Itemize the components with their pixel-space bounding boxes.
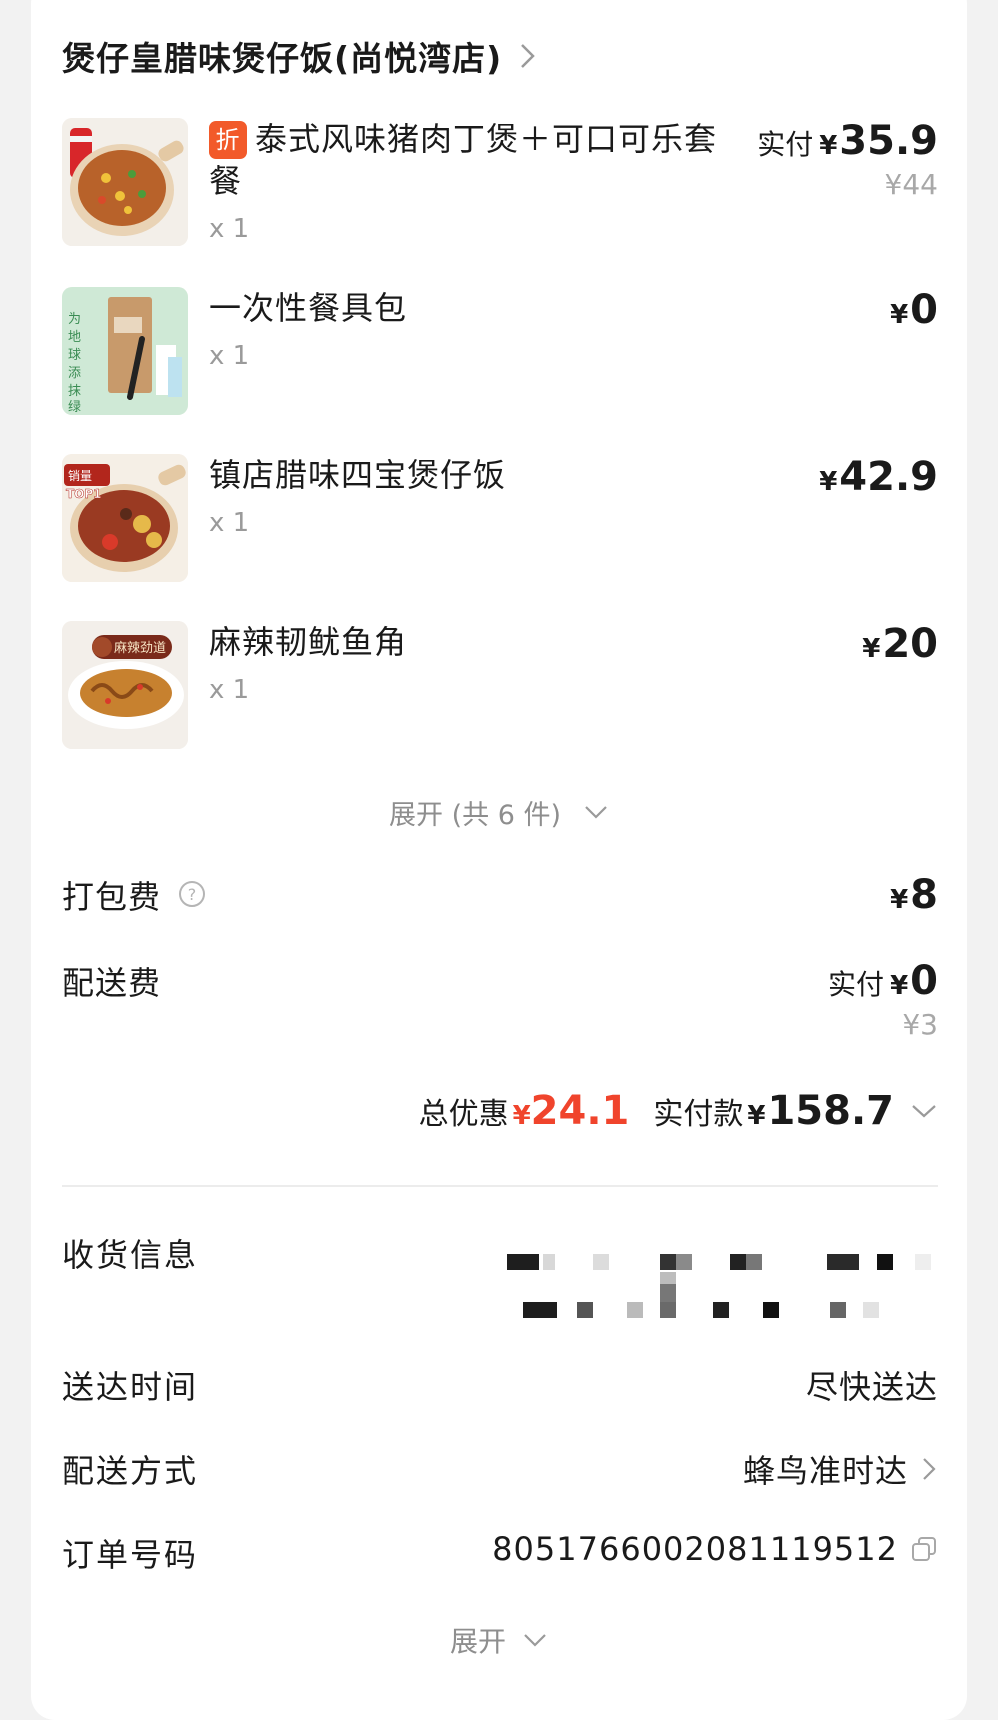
item-qty: x 1 <box>209 508 250 538</box>
paid-label: 实付款 <box>653 1097 744 1132</box>
item-name: 折泰式风味猪肉丁煲＋可口可乐套餐 <box>209 120 718 200</box>
chevron-right-icon <box>923 1458 936 1480</box>
delivery-fee-value: 实付 ¥0 <box>828 958 938 1004</box>
payment-summary[interactable]: 总优惠 ¥24.1 实付款 ¥158.7 <box>419 1086 938 1136</box>
expand-more-button[interactable]: 展开 <box>0 1618 998 1662</box>
item-image-spicy-squid: 麻辣劲道 <box>62 621 188 749</box>
order-item[interactable]: 销量 TOP1 镇店腊味四宝煲仔饭 x 1 ¥42.9 <box>62 454 938 582</box>
order-number-value: 8051766002081119512 <box>492 1530 938 1568</box>
item-name: 麻辣韧鱿鱼角 <box>209 623 408 661</box>
svg-text:抹: 抹 <box>68 384 81 399</box>
order-number-label: 订单号码 <box>62 1536 199 1574</box>
item-price: ¥0 <box>890 287 938 333</box>
svg-text:地: 地 <box>68 330 81 345</box>
discount-label: 总优惠 <box>418 1097 509 1132</box>
discount-badge: 折 <box>209 121 247 159</box>
item-image-claypot-rice: 销量 TOP1 <box>62 454 188 582</box>
store-link[interactable]: 煲仔皇腊味煲仔饭(尚悦湾店) <box>62 34 540 78</box>
chevron-down-icon <box>524 1634 546 1647</box>
item-price: 实付 ¥35.9 <box>757 118 938 164</box>
receiver-info-label: 收货信息 <box>62 1236 199 1274</box>
chevron-right-icon <box>521 44 535 68</box>
expand-items-button[interactable]: 展开 (共 6 件) <box>0 790 998 834</box>
item-qty: x 1 <box>209 214 250 244</box>
item-price: ¥20 <box>862 621 938 667</box>
delivery-method-label: 配送方式 <box>62 1452 199 1490</box>
svg-text:TOP1: TOP1 <box>66 487 102 501</box>
item-original-price: ¥44 <box>884 168 938 201</box>
copy-icon[interactable] <box>910 1535 938 1563</box>
delivery-time-value: 尽快送达 <box>805 1368 938 1406</box>
item-price: ¥42.9 <box>819 454 938 500</box>
svg-text:绿: 绿 <box>68 400 81 415</box>
redacted-address <box>505 1248 945 1348</box>
divider <box>62 1185 938 1187</box>
chevron-down-icon <box>585 806 607 819</box>
delivery-fee-row: 配送费 实付 ¥0 ¥3 <box>62 958 938 1048</box>
packing-fee-row: 打包费 ? ¥8 <box>62 872 938 920</box>
svg-text:销量: 销量 <box>68 469 92 483</box>
item-qty: x 1 <box>209 341 250 371</box>
svg-text:为: 为 <box>68 312 81 327</box>
discount-value: ¥24.1 <box>512 1088 630 1134</box>
svg-text:麻辣劲道: 麻辣劲道 <box>114 641 166 656</box>
help-icon[interactable]: ? <box>178 880 206 908</box>
delivery-time-label: 送达时间 <box>62 1368 199 1406</box>
chevron-down-icon <box>912 1105 936 1118</box>
item-name: 一次性餐具包 <box>209 289 408 327</box>
packing-fee-label: 打包费 <box>62 878 162 916</box>
order-number-row: 订单号码 8051766002081119512 <box>62 1530 938 1578</box>
order-item[interactable]: 麻辣劲道 麻辣韧鱿鱼角 x 1 ¥20 <box>62 621 938 749</box>
packing-fee-value: ¥8 <box>890 872 938 918</box>
item-image-clay-pot-cola <box>62 118 188 246</box>
expand-items-label: 展开 (共 6 件) <box>389 799 561 831</box>
delivery-fee-label: 配送费 <box>62 964 162 1002</box>
expand-more-label: 展开 <box>449 1625 506 1658</box>
order-item[interactable]: 折泰式风味猪肉丁煲＋可口可乐套餐 x 1 实付 ¥35.9 ¥44 <box>62 118 938 246</box>
delivery-time-row: 送达时间 尽快送达 <box>62 1362 938 1410</box>
svg-text:?: ? <box>188 885 197 904</box>
store-name: 煲仔皇腊味煲仔饭(尚悦湾店) <box>62 39 503 78</box>
item-qty: x 1 <box>209 675 250 705</box>
svg-text:球: 球 <box>68 348 81 363</box>
delivery-fee-original: ¥3 <box>902 1008 938 1041</box>
delivery-method-value: 蜂鸟准时达 <box>743 1446 938 1492</box>
order-item[interactable]: 为 地 球 添 抹 绿 一次性餐具包 x 1 ¥0 <box>62 287 938 415</box>
delivery-method-row[interactable]: 配送方式 蜂鸟准时达 <box>62 1446 938 1494</box>
item-name: 镇店腊味四宝煲仔饭 <box>209 456 507 494</box>
svg-text:添: 添 <box>68 366 81 381</box>
item-image-tableware: 为 地 球 添 抹 绿 <box>62 287 188 415</box>
paid-value: ¥158.7 <box>747 1088 894 1134</box>
